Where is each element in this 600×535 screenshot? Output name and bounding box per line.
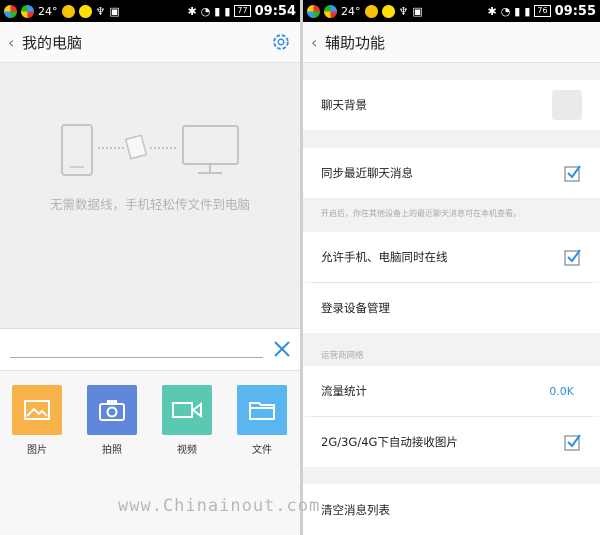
battery-indicator: 77 [234,5,251,17]
checkbox-checked-icon[interactable] [564,164,582,182]
page-title: 辅助功能 [325,33,386,52]
clock: 09:55 [554,3,596,19]
empty-state: 无需数据线，手机轻松传文件到电脑 [0,63,300,328]
wifi-icon: ◔ [200,4,211,18]
signal-icon: ▮ [524,4,531,18]
setting-chat-background[interactable]: 聊天背景 [303,80,600,130]
left-screen: 24° ♆ ▣ ✱ ◔ ▮ ▮ 77 09:54 ‹ 我的电脑 无需数据线，手机… [0,0,300,535]
bluetooth-icon: ✱ [487,4,497,18]
coin-icon [61,4,75,18]
setting-label: 流量统计 [321,384,367,398]
setting-label: 清空消息列表 [321,502,390,517]
weather-icon [381,4,395,18]
setting-label: 同步最近聊天消息 [321,166,413,180]
setting-allow-online[interactable]: 允许手机、电脑同时在线 [303,232,600,282]
phone-to-pc-illustration [61,124,239,176]
tile-label: 文件 [252,445,272,456]
app-icon [307,4,320,18]
clock: 09:54 [254,3,296,19]
gear-icon[interactable] [270,31,292,53]
tile-label: 拍照 [102,445,122,456]
bluetooth-icon: ✱ [187,4,197,18]
close-icon[interactable] [272,339,292,359]
input-bar [0,328,300,370]
page-title: 我的电脑 [22,33,83,52]
setting-label: 允许手机、电脑同时在线 [321,250,448,264]
setting-label: 2G/3G/4G下自动接收图片 [321,435,458,449]
file-icon [124,134,148,160]
robot-icon: ▣ [412,4,423,18]
back-icon[interactable]: ‹ [311,33,325,52]
temperature: 24° [38,4,58,18]
tile-video[interactable]: 视频 [162,385,212,456]
battery-indicator: 76 [534,5,551,17]
sync-note: 开启后，你在其他设备上的最近聊天消息可在本机查看。 [321,209,521,218]
signal-icon: ▮ [214,4,221,18]
camera-icon [99,400,125,421]
usb-icon: ♆ [398,4,409,18]
usb-icon: ♆ [95,4,106,18]
signal-icon: ▮ [514,4,521,18]
temperature: 24° [341,4,361,18]
image-icon [24,400,50,420]
app-icon [21,4,34,18]
setting-traffic-stats[interactable]: 流量统计 0.0K [303,366,600,416]
tile-file[interactable]: 文件 [237,385,287,456]
computer-icon [182,125,239,165]
signal-icon: ▮ [224,4,231,18]
folder-icon [249,402,275,420]
right-screen: 24° ♆ ▣ ✱ ◔ ▮ ▮ 76 09:55 ‹ 辅助功能 聊天背景 同步最… [303,0,600,535]
app-icon [324,4,337,18]
section-header: 运营商网络 [321,351,364,361]
title-bar: ‹ 辅助功能 [303,22,600,63]
status-bar: 24° ♆ ▣ ✱ ◔ ▮ ▮ 77 09:54 [0,0,300,22]
wifi-icon: ◔ [500,4,511,18]
setting-label: 登录设备管理 [321,301,390,315]
setting-clear-message-list[interactable]: 清空消息列表 [303,484,600,535]
chat-background-preview[interactable] [552,90,582,120]
tile-label: 图片 [27,445,47,456]
watermark: www.Chinainout.com [118,496,321,516]
status-bar: 24° ♆ ▣ ✱ ◔ ▮ ▮ 76 09:55 [303,0,600,22]
empty-state-text: 无需数据线，手机轻松传文件到电脑 [49,197,250,212]
message-input[interactable] [10,357,263,358]
checkbox-checked-icon[interactable] [564,433,582,451]
app-icon [4,4,17,18]
weather-icon [78,4,92,18]
setting-device-management[interactable]: 登录设备管理 [303,283,600,333]
tile-camera[interactable]: 拍照 [87,385,137,456]
setting-label: 聊天背景 [321,98,367,112]
tile-label: 视频 [177,445,197,456]
tile-image[interactable]: 图片 [12,385,62,456]
title-bar: ‹ 我的电脑 [0,22,300,63]
checkbox-checked-icon[interactable] [564,248,582,266]
video-icon [172,402,202,418]
back-icon[interactable]: ‹ [8,33,22,52]
setting-sync-recent[interactable]: 同步最近聊天消息 [303,148,600,198]
coin-icon [364,4,378,18]
traffic-value: 0.0K [549,384,574,398]
robot-icon: ▣ [109,4,120,18]
setting-auto-receive-images[interactable]: 2G/3G/4G下自动接收图片 [303,417,600,467]
